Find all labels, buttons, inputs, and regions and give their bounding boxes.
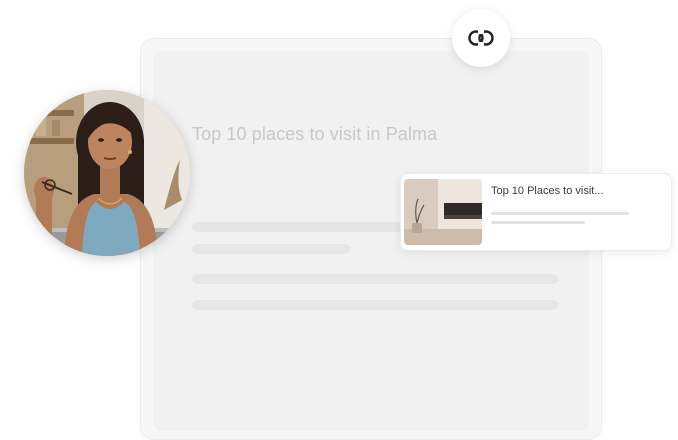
text-placeholder-line <box>192 244 350 254</box>
user-photo <box>24 90 190 256</box>
preview-placeholder-line <box>491 221 585 224</box>
link-preview-card[interactable]: Top 10 Places to visit... <box>400 173 672 251</box>
avatar <box>24 90 190 256</box>
text-placeholder-line <box>192 274 558 284</box>
document-title: Top 10 places to visit in Palma <box>192 124 438 144</box>
preview-title: Top 10 Places to visit... <box>491 185 604 197</box>
link-button[interactable] <box>452 9 510 67</box>
room-interior-thumbnail <box>404 179 482 245</box>
text-placeholder-line <box>192 300 558 310</box>
link-icon <box>468 30 494 46</box>
preview-thumbnail <box>404 179 482 245</box>
preview-placeholder-line <box>491 212 629 215</box>
